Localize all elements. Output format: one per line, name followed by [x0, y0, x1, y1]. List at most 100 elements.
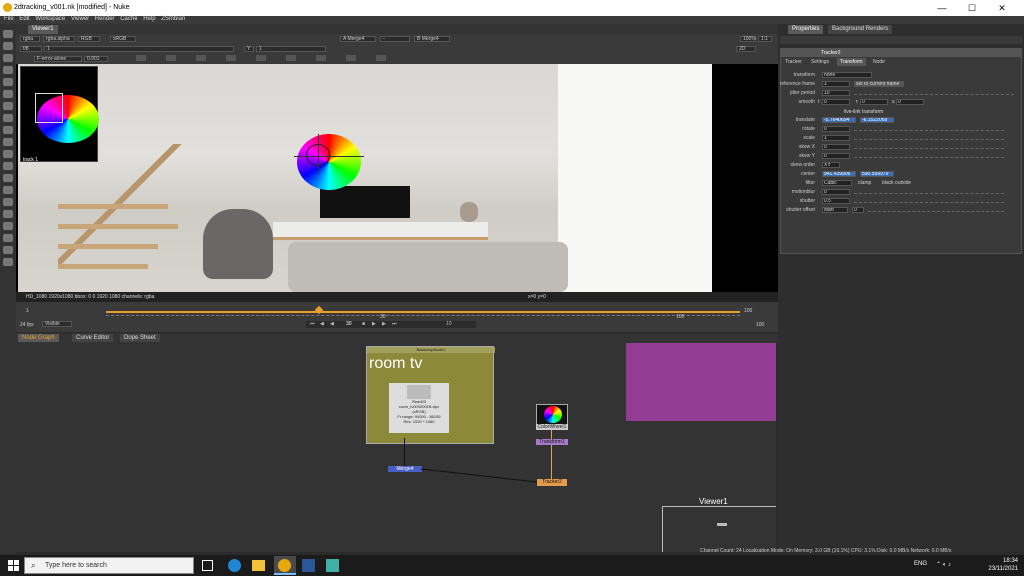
word-icon[interactable]: [302, 559, 315, 572]
center-y-field[interactable]: 590.599979: [860, 171, 894, 177]
maximize-button[interactable]: ☐: [960, 2, 984, 14]
skew-y-field[interactable]: 0: [822, 153, 850, 159]
frame-end-field[interactable]: 100: [756, 322, 764, 328]
deep-tool-icon[interactable]: [3, 162, 13, 170]
rotate-slider[interactable]: [854, 128, 1004, 131]
gain-slider[interactable]: 1: [44, 46, 234, 52]
backdrop-room-tv[interactable]: BackdropNode1 room tv Read23 room_tv0000…: [366, 346, 495, 444]
edge-icon[interactable]: [228, 559, 241, 572]
read-node[interactable]: Read23 room_tv0000001B.dpx (sRGB) Fr ran…: [389, 383, 449, 433]
jitter-period-slider[interactable]: [854, 92, 1014, 95]
view-mode-select[interactable]: 2D: [736, 46, 756, 52]
set-current-frame-button[interactable]: set to current frame: [854, 81, 904, 87]
menu-edit[interactable]: Edit: [19, 16, 29, 22]
scale-field[interactable]: 1: [822, 135, 850, 141]
viewer-node[interactable]: [717, 523, 727, 526]
task-view-icon[interactable]: [202, 560, 213, 571]
particles-tool-icon[interactable]: [3, 150, 13, 158]
other-tool-icon[interactable]: [3, 210, 13, 218]
stop-icon[interactable]: ■: [362, 321, 365, 327]
current-frame-field[interactable]: 30: [346, 321, 352, 327]
goto-end-icon[interactable]: ⏭: [392, 321, 397, 327]
viewer-image[interactable]: [18, 64, 712, 292]
viewer-backdrop[interactable]: Viewer1: [662, 497, 776, 552]
shutter-slider[interactable]: [854, 200, 1004, 203]
app-icon[interactable]: [326, 559, 339, 572]
tool-icon-1[interactable]: [136, 55, 146, 61]
shutter-offset-slider[interactable]: [868, 209, 1004, 212]
translate-x-field[interactable]: -5.7640694: [822, 117, 856, 123]
display-select[interactable]: sRGB: [110, 36, 136, 42]
tool-icon-8[interactable]: [346, 55, 356, 61]
metadata-tool-icon[interactable]: [3, 186, 13, 194]
tool-icon-7[interactable]: [316, 55, 326, 61]
tab-settings[interactable]: Settings: [811, 59, 829, 65]
language-indicator[interactable]: ENG: [914, 561, 927, 567]
channel-tool-icon[interactable]: [3, 66, 13, 74]
cara-vr-tool-icon[interactable]: [3, 246, 13, 254]
merge-tool-icon[interactable]: [3, 114, 13, 122]
offset-field[interactable]: 0.001: [84, 56, 108, 62]
shutter-field[interactable]: 0.5: [822, 198, 850, 204]
tab-background-renders[interactable]: Background Renders: [828, 25, 893, 34]
tool-icon-9[interactable]: [376, 55, 386, 61]
shutter-offset-field[interactable]: 0: [852, 207, 864, 213]
ocula-tool-icon[interactable]: [3, 234, 13, 242]
clock-date[interactable]: 23/11/2021: [986, 566, 1018, 572]
close-button[interactable]: ✕: [990, 2, 1014, 14]
center-x-field[interactable]: 941.439906: [822, 171, 856, 177]
image-tool-icon[interactable]: [3, 30, 13, 38]
b-input-select[interactable]: B Merge4: [414, 36, 450, 42]
rotate-field[interactable]: 0: [822, 126, 850, 132]
black-outside-checkbox[interactable]: black outside: [882, 180, 911, 186]
a-input-select[interactable]: A Merge4: [340, 36, 376, 42]
file-explorer-icon[interactable]: [252, 560, 265, 571]
timeline-start-frame[interactable]: 1: [26, 308, 29, 314]
node-name-field[interactable]: Tracker2: [821, 50, 841, 56]
translate-y-field[interactable]: -6.1522069: [860, 117, 894, 123]
next-key-icon[interactable]: ▶: [382, 321, 386, 327]
menu-file[interactable]: File: [4, 16, 14, 22]
menu-workspace[interactable]: Workspace: [35, 16, 65, 22]
tab-properties[interactable]: Properties: [788, 25, 824, 34]
fps-field[interactable]: 24 fps: [20, 322, 34, 328]
node-graph-canvas[interactable]: BackdropNode1 room tv Read23 room_tv0000…: [16, 342, 776, 552]
skew-y-slider[interactable]: [854, 155, 1004, 158]
proxy-mode-select[interactable]: F-error-alone: [34, 56, 82, 62]
tool-icon-4[interactable]: [226, 55, 236, 61]
shutter-offset-select[interactable]: start: [822, 207, 848, 213]
ml-tool-icon[interactable]: [3, 258, 13, 266]
merge-node[interactable]: Merge4: [388, 466, 422, 472]
tray-icons[interactable]: ⌃ ◐ ♪: [936, 561, 976, 569]
tool-icon-2[interactable]: [166, 55, 176, 61]
search-box[interactable]: ⌕ Type here to search: [24, 557, 194, 574]
draw-tool-icon[interactable]: [3, 42, 13, 50]
menu-cache[interactable]: Cache: [120, 16, 137, 22]
jitter-period-field[interactable]: 10: [822, 90, 850, 96]
zoom-select[interactable]: 100%: [740, 36, 756, 42]
play-back-icon[interactable]: ◀: [330, 321, 334, 327]
reference-frame-field[interactable]: 1: [822, 81, 850, 87]
keyer-tool-icon[interactable]: [3, 102, 13, 110]
timeline-end-frame[interactable]: 100: [744, 308, 752, 314]
skew-x-field[interactable]: 0: [822, 144, 850, 150]
fstop-field[interactable]: f/8: [20, 46, 42, 52]
motionblur-slider[interactable]: [854, 191, 1004, 194]
transform-tool-icon[interactable]: [3, 126, 13, 134]
motionblur-field[interactable]: 0: [822, 189, 850, 195]
tab-viewer1[interactable]: Viewer1: [28, 25, 58, 34]
menu-render[interactable]: Render: [95, 16, 115, 22]
menu-zsmbian[interactable]: ZSmbian: [161, 16, 185, 22]
transform-select[interactable]: none: [822, 72, 872, 78]
views-tool-icon[interactable]: [3, 174, 13, 182]
frame-step-field[interactable]: 10: [446, 321, 452, 327]
3d-tool-icon[interactable]: [3, 138, 13, 146]
skew-x-slider[interactable]: [854, 146, 1004, 149]
menu-help[interactable]: Help: [143, 16, 155, 22]
tool-icon-3[interactable]: [196, 55, 206, 61]
alpha-channel-select[interactable]: rgba.alpha: [43, 36, 75, 42]
gamma-slider[interactable]: 1: [256, 46, 326, 52]
tab-node[interactable]: Node: [873, 59, 885, 65]
tool-icon-6[interactable]: [286, 55, 296, 61]
backdrop-purple[interactable]: [626, 343, 776, 421]
